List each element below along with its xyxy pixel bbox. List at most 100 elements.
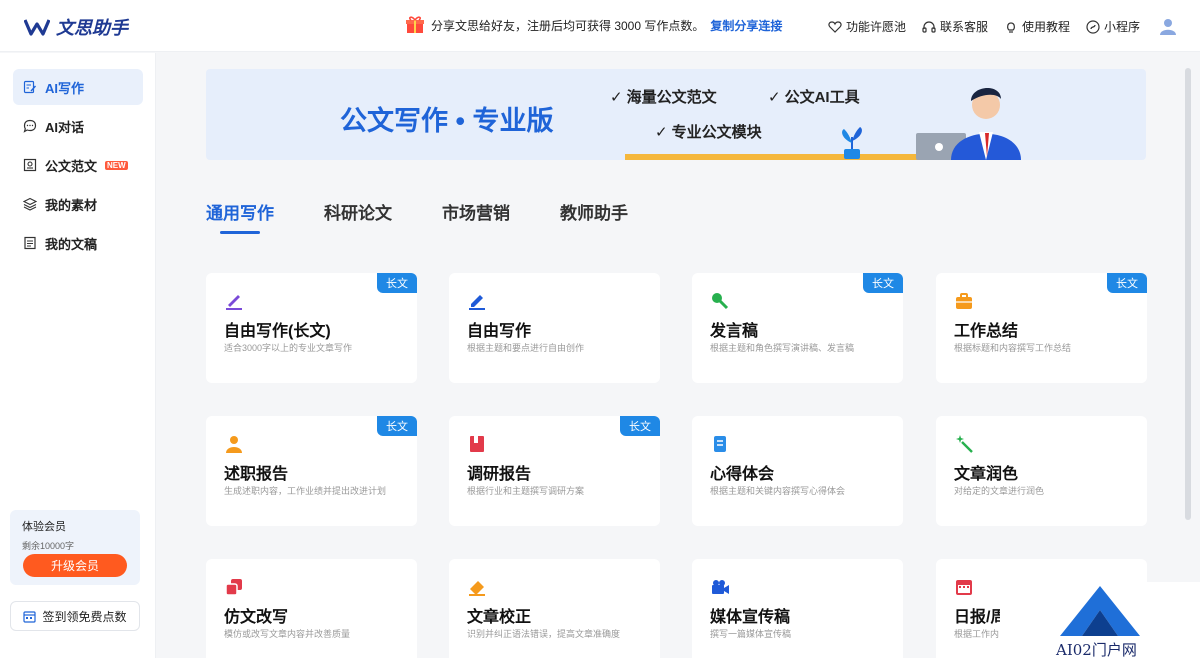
notes-icon [714,436,726,452]
member-level: 体验会员 [22,521,66,533]
card-description: 根据主题和关键内容撰写心得体会 [710,486,846,496]
calendar-icon [23,610,37,623]
card-title: 自由写作(长文) [224,323,331,340]
card-title: 文章校正 [467,609,532,626]
person-icon [226,436,242,453]
card-proofreading[interactable]: 文章校正 识别并纠正语法错误，提高文章准确度 [449,559,660,658]
card-free-writing[interactable]: 自由写作 根据主题和要点进行自由创作 [449,273,660,383]
card-description: 生成述职内容，工作业绩并提出改进计划 [224,486,387,496]
card-imitation-rewrite[interactable]: 仿文改写 模仿或改写文章内容并改善质量 [206,559,417,658]
signin-button[interactable]: 签到领免费点数 [10,601,140,631]
sidebar-item-ai-writing[interactable]: AI写作 [13,69,143,105]
card-title: 文章润色 [954,466,1019,483]
logo[interactable]: 文思助手 [24,14,128,40]
support-link[interactable]: 联系客服 [922,18,988,35]
check-icon: ✓ [610,88,623,106]
sidebar-item-ai-chat[interactable]: AI对话 [13,108,143,144]
scrollbar[interactable] [1185,68,1191,520]
headset-icon [922,20,936,33]
support-label: 联系客服 [939,20,988,34]
tab-research-papers[interactable]: 科研论文 [324,199,392,232]
calendar-icon [956,580,972,595]
signin-label: 签到领免费点数 [42,609,127,624]
member-remaining: 剩余10000字 [22,541,75,551]
watermark-text: AI02门户网 [1056,641,1137,658]
card-media-release[interactable]: 媒体宣传稿 撰写一篇媒体宣传稿 [692,559,903,658]
long-text-badge: 长文 [377,273,417,293]
sidebar-item-label: AI对话 [45,119,85,135]
pen-icon [226,295,242,310]
heart-icon [828,20,842,33]
banner-feature: ✓ 专业公文模块 [655,123,762,142]
magic-wand-icon [956,435,973,453]
tutorial-link[interactable]: 使用教程 [1004,18,1070,35]
bulb-icon [1007,21,1015,33]
card-debriefing-report[interactable]: 长文 述职报告 生成述职内容，工作业绩并提出改进计划 [206,416,417,526]
file-icon [24,236,36,250]
copy-share-link[interactable]: 复制分享连接 [710,17,782,34]
tab-teacher-assistant[interactable]: 教师助手 [560,199,628,232]
card-title: 仿文改写 [224,609,289,626]
sidebar-item-my-drafts[interactable]: 我的文稿 [13,225,143,261]
upgrade-button[interactable]: 升级会员 [23,554,127,577]
card-description: 适合3000字以上的专业文章写作 [224,343,353,353]
promo-bar: 分享文思给好友，注册后均可获得 3000 写作点数。 复制分享连接 [405,15,782,35]
sidebar-item-materials[interactable]: 我的素材 [13,186,143,222]
card-description: 对给定的文章进行润色 [954,486,1045,496]
card-description: 识别并纠正语法错误，提高文章准确度 [467,629,621,639]
card-description: 根据行业和主题撰写调研方案 [467,486,585,496]
card-polish[interactable]: 文章润色 对给定的文章进行润色 [936,416,1147,526]
long-text-badge: 长文 [620,416,660,436]
sidebar-item-label: 我的文稿 [45,236,98,252]
sidebar-item-label: 公文范文 [45,158,98,174]
tutorial-label: 使用教程 [1021,20,1070,34]
card-description: 模仿或改写文章内容并改善质量 [224,629,351,639]
card-title: 述职报告 [224,466,289,483]
card-speech[interactable]: 长文 发言稿 根据主题和角色撰写演讲稿、发言稿 [692,273,903,383]
sidebar-item-label: AI写作 [45,80,85,96]
layers-icon [23,197,37,211]
card-title: 自由写作 [467,323,532,340]
eraser-icon [469,581,485,596]
watermark-logo-icon [1060,586,1140,636]
card-title: 日报/周 [954,609,1007,626]
sidebar: AI写作 AI对话 公文范文 NEW 我的素材 我的文稿 体验会员 剩余1000… [0,53,156,658]
card-description: 根据主题和要点进行自由创作 [467,343,585,353]
card-reflections[interactable]: 心得体会 根据主题和关键内容撰写心得体会 [692,416,903,526]
sidebar-item-label: 我的素材 [45,197,98,213]
tab-marketing[interactable]: 市场营销 [442,199,510,232]
edit-doc-icon [23,80,37,94]
top-bar: 文思助手 分享文思给好友，注册后均可获得 3000 写作点数。 复制分享连接 功… [0,0,1200,52]
long-text-badge: 长文 [1107,273,1147,293]
tab-general-writing[interactable]: 通用写作 [206,199,274,234]
top-links: 功能许愿池 联系客服 使用教程 小程序 [828,18,1140,35]
card-description: 撰写一篇媒体宣传稿 [710,629,792,639]
book-icon [470,436,484,452]
banner-feature: ✓ 海量公文范文 [610,88,717,107]
banner-title: 公文写作 • 专业版 [340,106,554,136]
video-camera-icon [712,580,729,594]
card-description: 根据标题和内容撰写工作总结 [954,343,1072,353]
card-description: 根据主题和角色撰写演讲稿、发言稿 [710,343,855,353]
new-badge: NEW [105,160,128,170]
user-avatar-icon[interactable] [1158,16,1178,36]
briefcase-icon [956,293,972,309]
card-title: 媒体宣传稿 [710,609,791,626]
doc-template-icon [23,158,37,172]
card-title: 工作总结 [954,323,1019,340]
copy-icon [225,579,242,596]
sidebar-item-doc-templates[interactable]: 公文范文 NEW [13,147,143,183]
card-work-summary[interactable]: 长文 工作总结 根据标题和内容撰写工作总结 [936,273,1147,383]
card-free-writing-long[interactable]: 长文 自由写作(长文) 适合3000字以上的专业文章写作 [206,273,417,383]
chat-icon [23,119,37,133]
banner-feature: ✓ 公文AI工具 [768,88,860,107]
plant-icon [842,127,862,159]
wishlist-link[interactable]: 功能许愿池 [828,18,906,35]
card-research-report[interactable]: 长文 调研报告 根据行业和主题撰写调研方案 [449,416,660,526]
long-text-badge: 长文 [863,273,903,293]
miniprogram-link[interactable]: 小程序 [1086,18,1140,35]
promo-banner[interactable]: 公文写作 • 专业版 ✓ 海量公文范文 ✓ 公文AI工具 ✓ 专业公文模块 [206,69,1146,160]
banner-desk [625,154,925,160]
card-title: 心得体会 [710,466,775,483]
long-text-badge: 长文 [377,416,417,436]
